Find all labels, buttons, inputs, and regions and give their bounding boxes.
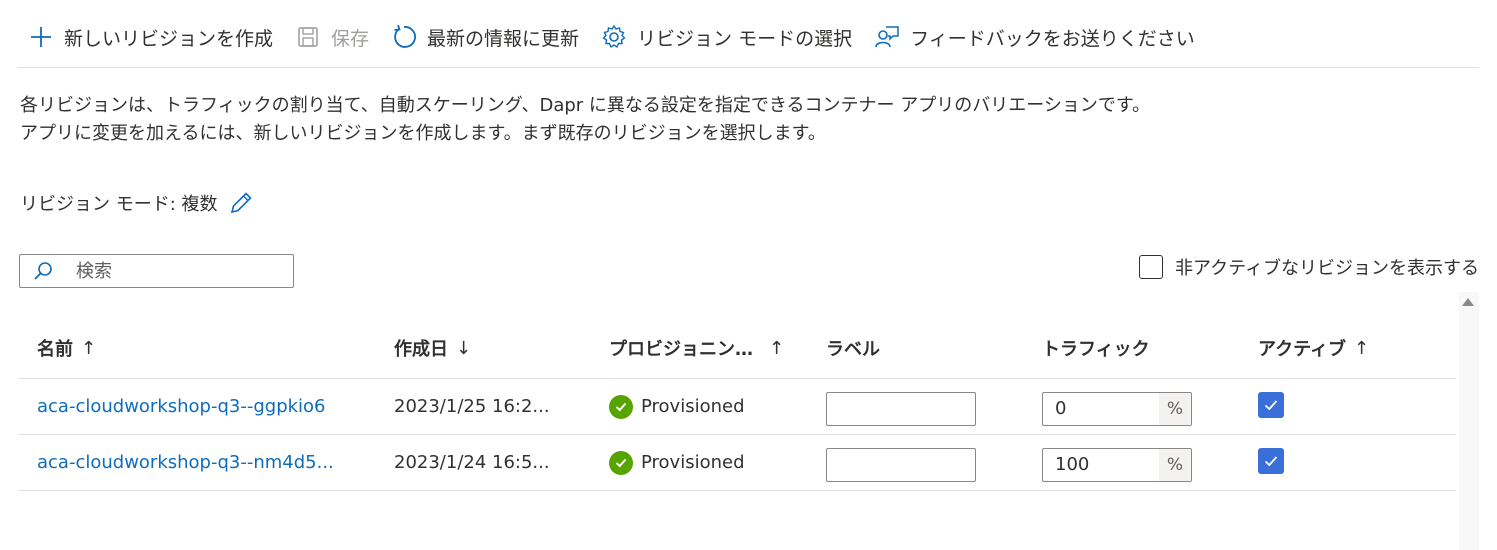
column-header-name[interactable]: 名前 ↑ — [37, 318, 367, 378]
column-label-label: ラベル — [826, 339, 880, 360]
traffic-value-input[interactable] — [1043, 448, 1159, 481]
description-line-1: 各リビジョンは、トラフィックの割り当て、自動スケーリング、Dapr に異なる設定… — [20, 95, 1151, 116]
column-header-label[interactable]: ラベル — [826, 318, 1006, 378]
column-provisioning-label: プロビジョニン… — [609, 339, 753, 360]
revision-mode-button[interactable]: リビジョン モードの選択 — [591, 13, 864, 61]
provisioning-status: Provisioned — [641, 396, 745, 417]
show-inactive-checkbox-box[interactable] — [1138, 255, 1163, 279]
show-inactive-checkbox[interactable]: 非アクティブなリビジョンを表示する — [1138, 254, 1479, 280]
feedback-button[interactable]: フィードバックをお送りください — [864, 13, 1207, 61]
vertical-scrollbar[interactable] — [1459, 292, 1479, 550]
percent-suffix: % — [1159, 392, 1191, 425]
refresh-button[interactable]: 最新の情報に更新 — [381, 13, 591, 61]
refresh-icon — [391, 24, 417, 50]
description-line-2: アプリに変更を加えるには、新しいリビジョンを作成します。まず既存のリビジョンを選… — [20, 123, 826, 144]
revision-name-link[interactable]: aca-cloudworkshop-q3--ggpkio6 — [37, 396, 326, 417]
show-inactive-label: 非アクティブなリビジョンを表示する — [1174, 258, 1479, 279]
refresh-label: 最新の情報に更新 — [427, 27, 580, 50]
sort-ascending-icon: ↑ — [1354, 337, 1370, 359]
provisioning-status: Provisioned — [641, 452, 745, 473]
active-checkbox[interactable] — [1258, 447, 1284, 474]
column-traffic-label: トラフィック — [1042, 339, 1150, 360]
column-header-traffic[interactable]: トラフィック — [1042, 318, 1222, 378]
revision-mode-label: リビジョン モードの選択 — [637, 27, 853, 50]
search-icon — [32, 260, 54, 282]
column-active-label: アクティブ — [1258, 339, 1347, 360]
feedback-label: フィードバックをお送りください — [910, 27, 1195, 50]
column-created-label: 作成日 — [394, 339, 448, 360]
revisions-table: 名前 ↑ 作成日 ↓ プロビジョニン… ↑ ラベル トラフィック アクティブ ↑ — [19, 318, 1456, 491]
traffic-value-input[interactable] — [1043, 392, 1159, 425]
description: 各リビジョンは、トラフィックの割り当て、自動スケーリング、Dapr に異なる設定… — [20, 92, 1150, 148]
gear-icon — [601, 24, 627, 50]
column-name-label: 名前 — [37, 339, 73, 360]
label-input[interactable] — [826, 447, 976, 482]
save-button[interactable]: 保存 — [285, 13, 381, 61]
sort-ascending-icon: ↑ — [81, 337, 97, 359]
traffic-input[interactable]: % — [1042, 447, 1192, 482]
column-header-provisioning[interactable]: プロビジョニン… ↑ — [609, 318, 824, 378]
sort-ascending-icon: ↑ — [769, 337, 785, 359]
column-header-created[interactable]: 作成日 ↓ — [394, 318, 574, 378]
save-icon — [295, 24, 321, 50]
checkmark-circle-icon — [609, 450, 633, 475]
command-bar: 新しいリビジョンを作成 保存 最新の情報に更新 リビジョン モードの選択 フィー… — [18, 12, 1207, 62]
traffic-input[interactable]: % — [1042, 391, 1192, 426]
checkmark-circle-icon — [609, 394, 633, 419]
label-input[interactable] — [826, 391, 976, 426]
revision-name-link[interactable]: aca-cloudworkshop-q3--nm4d5... — [37, 452, 334, 473]
search-input[interactable] — [74, 259, 278, 283]
sort-descending-icon: ↓ — [456, 337, 472, 359]
revision-mode: リビジョン モード: 複数 — [20, 188, 254, 218]
scroll-up-arrow-icon[interactable] — [1462, 298, 1474, 306]
new-revision-label: 新しいリビジョンを作成 — [64, 27, 274, 50]
pencil-icon[interactable] — [228, 190, 254, 216]
new-revision-button[interactable]: 新しいリビジョンを作成 — [18, 13, 285, 61]
feedback-icon — [874, 24, 900, 50]
search-box[interactable] — [19, 254, 294, 288]
toolbar-divider — [18, 67, 1479, 68]
created-date: 2023/1/25 16:2... — [394, 396, 550, 417]
table-row: aca-cloudworkshop-q3--ggpkio6 2023/1/25 … — [19, 379, 1456, 435]
created-date: 2023/1/24 16:5... — [394, 452, 550, 473]
revisions-page: 新しいリビジョンを作成 保存 最新の情報に更新 リビジョン モードの選択 フィー… — [0, 0, 1497, 550]
table-row: aca-cloudworkshop-q3--nm4d5... 2023/1/24… — [19, 435, 1456, 491]
active-checkbox[interactable] — [1258, 391, 1284, 418]
plus-icon — [28, 24, 54, 50]
percent-suffix: % — [1159, 448, 1191, 481]
revision-mode-text: リビジョン モード: 複数 — [20, 194, 218, 215]
table-header: 名前 ↑ 作成日 ↓ プロビジョニン… ↑ ラベル トラフィック アクティブ ↑ — [19, 318, 1456, 379]
save-label: 保存 — [331, 27, 370, 50]
column-header-active[interactable]: アクティブ ↑ — [1258, 318, 1398, 378]
